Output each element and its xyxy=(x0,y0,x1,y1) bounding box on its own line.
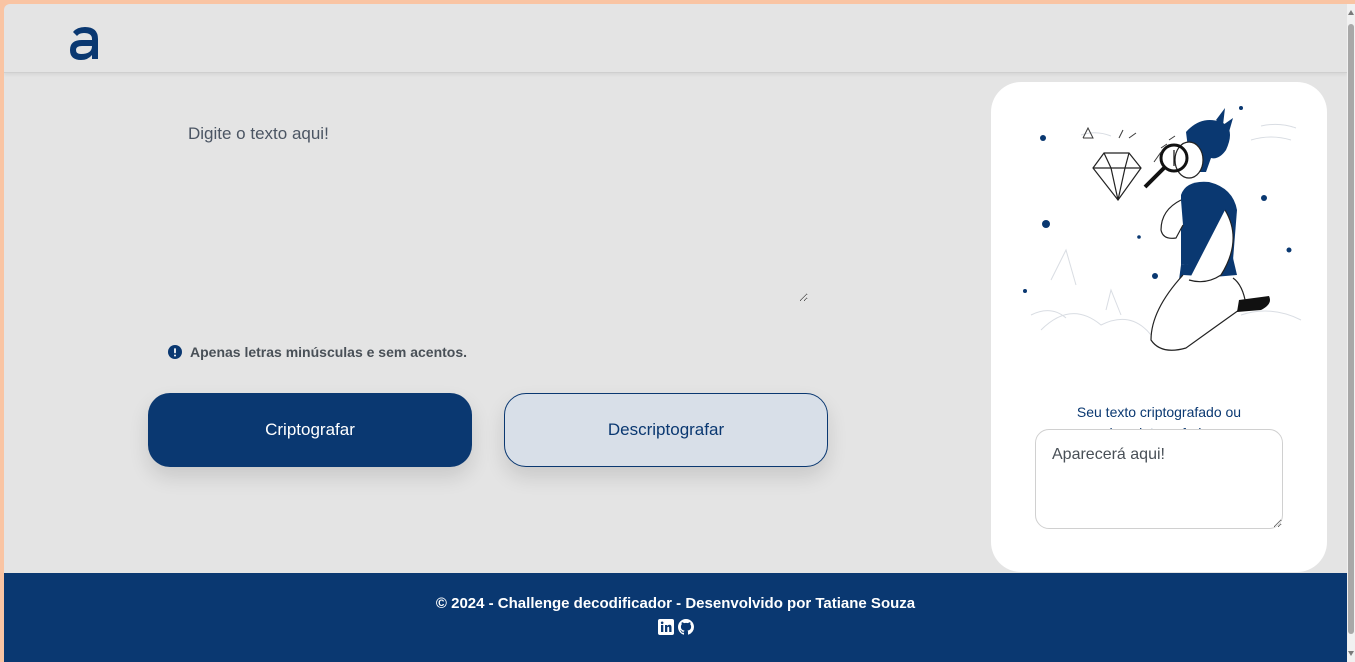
text-input[interactable] xyxy=(172,112,808,302)
social-links xyxy=(4,619,1347,635)
footer-credits: © 2024 - Challenge decodificador - Desen… xyxy=(435,595,916,612)
encrypt-button[interactable]: Criptografar xyxy=(148,393,472,467)
hint-text: Apenas letras minúsculas e sem acentos. xyxy=(190,344,468,360)
page-scrollbar[interactable] xyxy=(1347,4,1355,662)
info-circle-icon xyxy=(168,345,182,359)
github-icon[interactable] xyxy=(677,619,694,635)
scrollbar-thumb[interactable] xyxy=(1348,24,1354,634)
scroll-down-arrow-icon[interactable] xyxy=(1348,651,1354,656)
output-field[interactable] xyxy=(1035,429,1283,529)
alura-logo-icon[interactable] xyxy=(67,24,101,62)
boy-with-magnifier-illustration xyxy=(1023,106,1302,351)
input-hint: Apenas letras minúsculas e sem acentos. xyxy=(168,344,467,360)
header xyxy=(4,4,1347,73)
linkedin-icon[interactable] xyxy=(657,619,674,635)
app-window: Apenas letras minúsculas e sem acentos. … xyxy=(4,4,1347,662)
scroll-up-arrow-icon[interactable] xyxy=(1348,10,1354,15)
result-panel: Seu texto criptografado ou descriptograf… xyxy=(991,82,1327,572)
decrypt-button[interactable]: Descriptografar xyxy=(504,393,828,467)
footer: © 2024 - Challenge decodificador - Desen… xyxy=(4,573,1347,662)
